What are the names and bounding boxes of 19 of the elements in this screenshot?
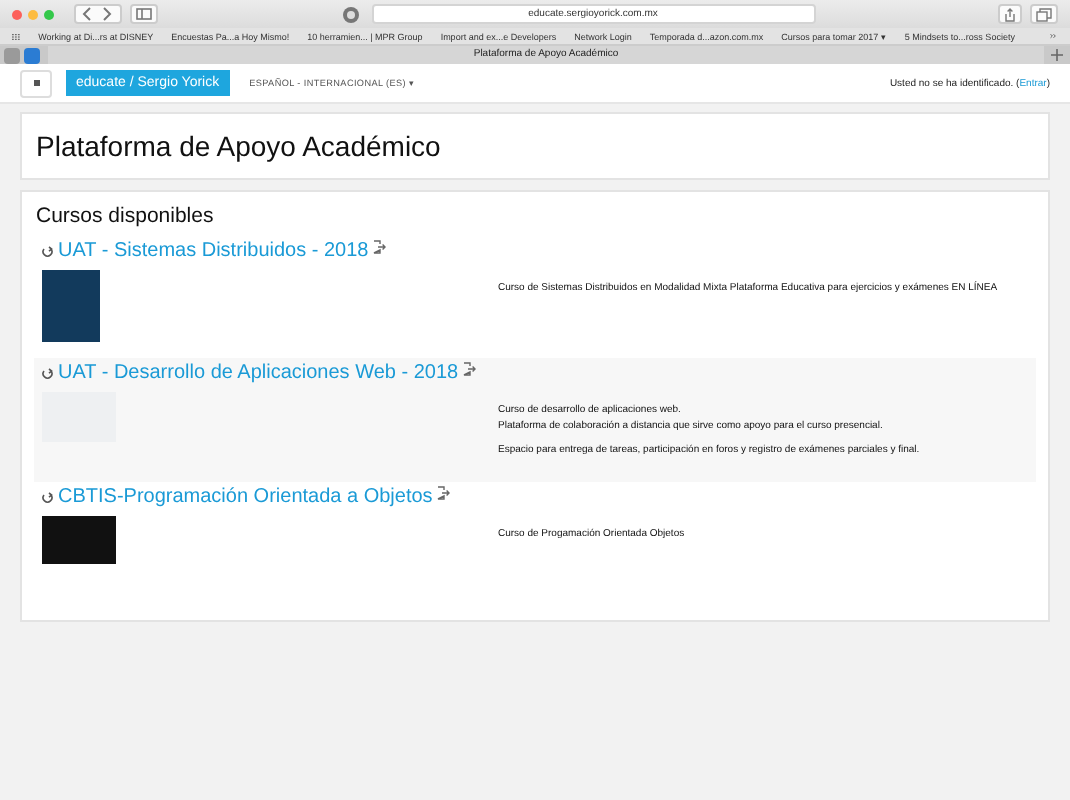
share-icon[interactable]: [998, 4, 1022, 24]
page-title: Plataforma de Apoyo Académico: [34, 128, 443, 166]
photo-placeholder: [42, 270, 100, 342]
course-arrow-icon: [42, 367, 54, 379]
enter-icon: [372, 240, 387, 254]
course-arrow-icon: [42, 245, 54, 257]
plus-icon[interactable]: [1048, 46, 1066, 64]
enter-icon: [462, 362, 477, 376]
tabs-icon[interactable]: [1030, 4, 1058, 24]
menu-button[interactable]: [20, 69, 52, 97]
section-title: Cursos disponibles: [36, 204, 216, 228]
photo-placeholder: [42, 516, 116, 564]
privacy-icon[interactable]: [341, 5, 359, 23]
back-forward-buttons-icon[interactable]: [74, 4, 122, 24]
course-arrow-icon: [42, 491, 54, 503]
window-controls-icon[interactable]: [12, 9, 54, 19]
chevron-icon[interactable]: [1050, 32, 1058, 40]
enter-icon: [436, 486, 451, 500]
sidebar-icon[interactable]: [130, 4, 158, 24]
